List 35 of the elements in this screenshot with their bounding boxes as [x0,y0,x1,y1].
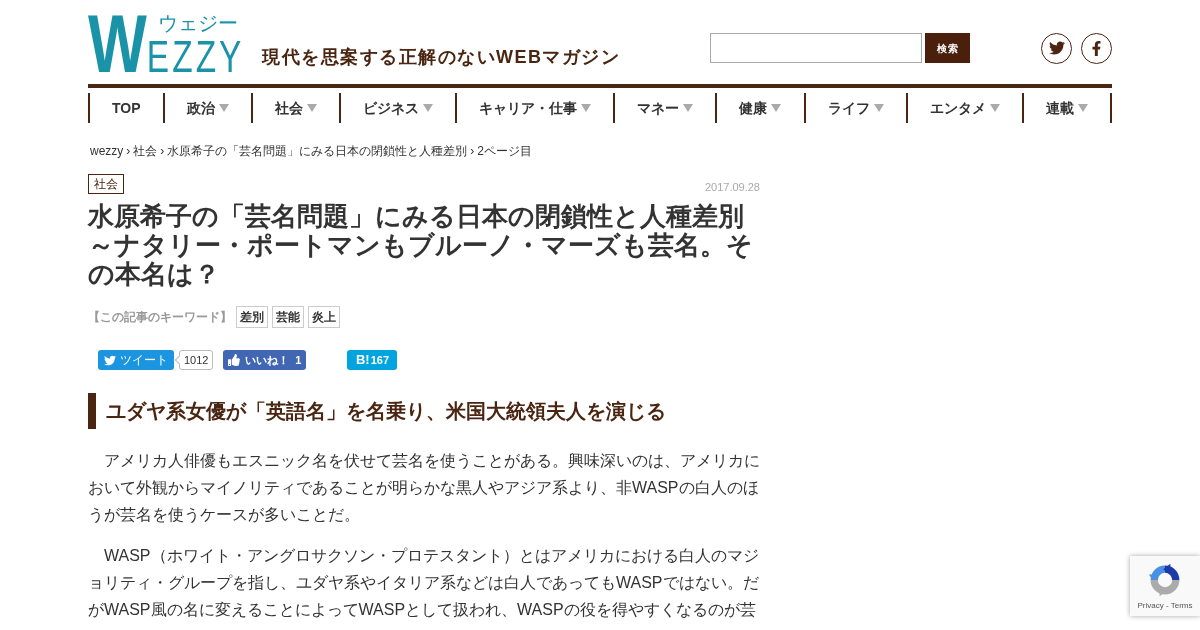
tweet-count: 1012 [175,350,214,370]
keyword-tag[interactable]: 芸能 [272,306,304,328]
search-button[interactable]: 検索 [925,33,970,63]
nav-item[interactable]: 社会 [250,93,339,123]
article-paragraph: アメリカ人俳優もエスニック名を伏せて芸名を使うことがある。興味深いのは、アメリカにおいて外観からマイノリティであることが明らかな黒人やアジア系より、非WASPの白人のほうが芸名を使うケースが多いことだ。 [88,451,761,525]
breadcrumb-link[interactable]: wezzy [90,144,124,159]
keyword-tag[interactable]: 差別 [236,306,268,328]
site-tagline: 現代を思案する正解のないWEBマガジン [262,46,621,69]
nav-item[interactable]: エンタメ [905,93,1022,123]
like-button[interactable]: いいね！ 1 [223,350,307,370]
nav-item[interactable]: ビジネス [338,93,456,123]
thumbs-up-icon [228,354,241,366]
nav-item[interactable]: 健康 [715,93,804,123]
keywords-label: 【この記事のキーワード】 [88,309,232,326]
article-date: 2017.09.28 [704,179,760,195]
breadcrumb-separator: › [126,144,131,159]
nav-item[interactable]: 政治 [162,93,251,123]
keyword-tag[interactable]: 炎上 [308,306,340,328]
nav-item[interactable]: 連載 [1021,93,1112,123]
section-heading: ユダヤ系女優が「英語名」を名乗り、米国大統領夫人を演じる [88,393,762,429]
breadcrumb-link[interactable]: 社会 [133,144,158,159]
breadcrumb-link[interactable]: 水原希子の「芸名問題」にみる日本の閉鎖性と人種差別 [167,144,468,159]
nav-item[interactable]: ライフ [803,93,906,123]
search-field[interactable] [710,33,922,63]
bird-icon [104,353,116,367]
article-title: 水原希子の「芸名問題」にみる日本の閉鎖性と人種差別～ナタリー・ポートマンもブルーノ・マーズも芸名。その本名は？ [88,202,754,289]
breadcrumb-separator: › [160,144,165,159]
breadcrumb-separator: › [470,144,475,159]
nav-item[interactable]: キャリア・仕事 [455,93,614,123]
nav-item[interactable]: TOP [88,93,163,123]
nav-item[interactable]: マネー [613,93,716,123]
category-tag[interactable]: 社会 [88,174,124,194]
article-paragraph: WASP（ホワイト・アングロサクソン・プロテスタント）とはアメリカにおける白人のマジョリティ・グループを指し、ユダヤ系やイタリア系などは白人であってもWASPではない。だがWASP風の名に変えることによってWASPとして扱われ、WASPの役を得やすくなるのが芸 [88,546,760,620]
privacy-terms-links[interactable]: Privacy - Terms [1137,600,1193,612]
breadcrumb-current: 2ページ目 [477,144,533,159]
